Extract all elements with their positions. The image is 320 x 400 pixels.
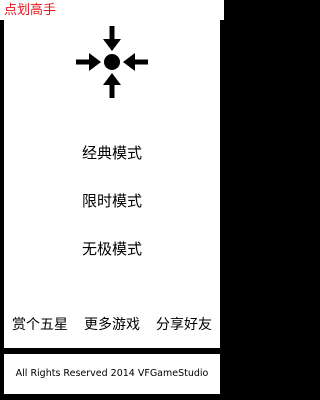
more-games-button[interactable]: 更多游戏 bbox=[76, 302, 148, 348]
endless-mode-button[interactable]: 无极模式 bbox=[4, 234, 220, 264]
arrows-converging-to-dot-icon bbox=[76, 26, 148, 98]
timed-mode-button[interactable]: 限时模式 bbox=[4, 186, 220, 216]
copyright-footer: All Rights Reserved 2014 VFGameStudio bbox=[4, 354, 220, 394]
app-title: 点划高手 bbox=[0, 0, 224, 20]
classic-mode-button[interactable]: 经典模式 bbox=[4, 138, 220, 168]
share-friends-button[interactable]: 分享好友 bbox=[148, 302, 220, 348]
rate-five-stars-button[interactable]: 赏个五星 bbox=[4, 302, 76, 348]
bottom-action-bar: 赏个五星 更多游戏 分享好友 bbox=[4, 302, 220, 348]
main-menu-panel: 经典模式 限时模式 无极模式 bbox=[4, 20, 220, 318]
